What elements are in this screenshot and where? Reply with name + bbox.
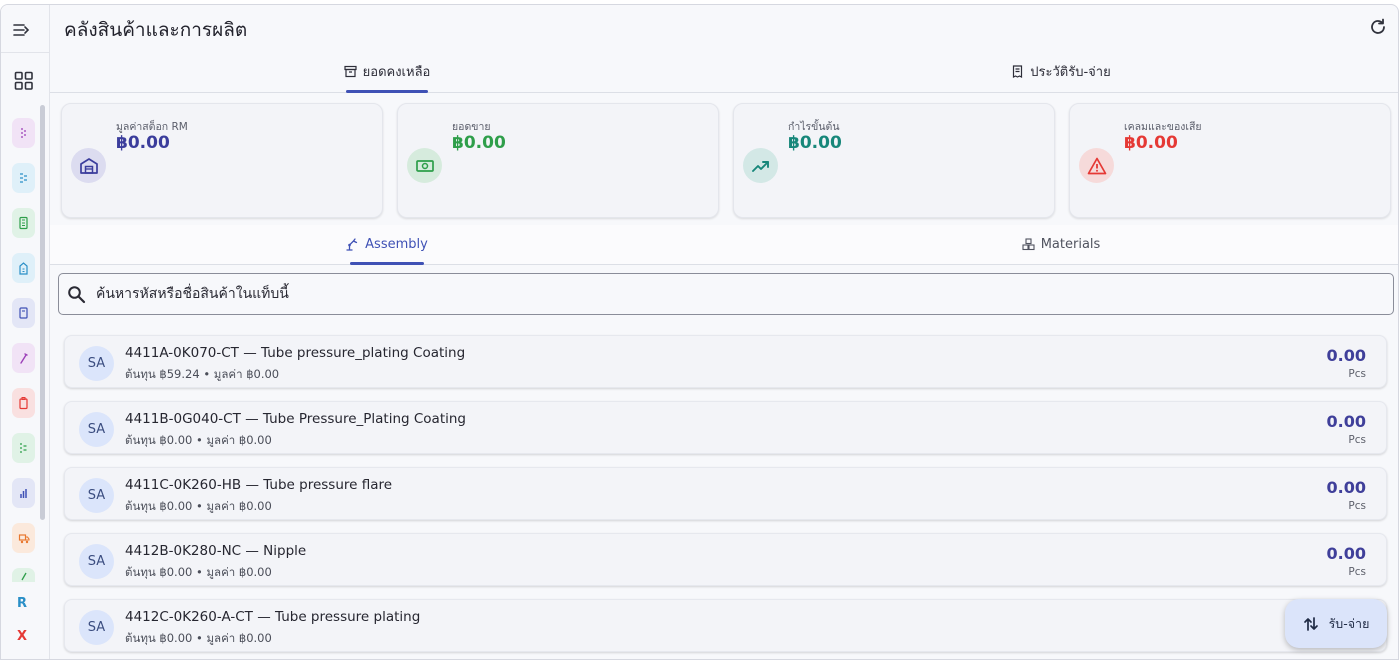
avatar: SA xyxy=(79,478,114,513)
list-item[interactable]: SA 4411B-0G040-CT — Tube Pressure_Plating… xyxy=(64,401,1387,454)
item-subtitle: ต้นทุน ฿59.24 • มูลค่า ฿0.00 xyxy=(125,367,280,381)
warning-icon xyxy=(1079,148,1114,183)
list-item[interactable]: SA 4411C-0K260-HB — Tube pressure flare ต้… xyxy=(64,467,1387,520)
sidebar-divider xyxy=(1,52,50,53)
avatar: SA xyxy=(79,412,114,447)
item-title: 4412C-0K260-A-CT — Tube pressure plating xyxy=(125,609,421,625)
bar-chart-icon[interactable] xyxy=(12,478,35,508)
truck-icon[interactable] xyxy=(12,523,35,553)
menu-toggle-icon[interactable] xyxy=(11,19,33,41)
item-title: 4411C-0K260-HB — Tube pressure flare xyxy=(125,477,393,493)
item-subtitle: ต้นทุน ฿0.00 • มูลค่า ฿0.00 xyxy=(125,565,272,579)
item-quantity: 0.00 xyxy=(1326,346,1366,365)
page-header: คลังสินค้าและการผลิต xyxy=(50,5,1398,51)
search-box xyxy=(58,273,1394,315)
tab-label: ยอดคงเหลือ xyxy=(362,65,431,80)
list-icon[interactable] xyxy=(12,163,35,193)
tab-label: Assembly xyxy=(365,237,428,252)
inventory-list: SA 4411A-0K070-CT — Tube pressure_plating… xyxy=(64,335,1387,659)
clipboard-icon[interactable] xyxy=(12,388,35,418)
tab-assembly[interactable]: Assembly xyxy=(50,225,724,265)
app-window: RX คลังสินค้าและการผลิต ยอดคงเหลือ ประวั… xyxy=(0,4,1399,660)
list-item[interactable]: SA 4412B-0K280-NC — Nipple ต้นทุน ฿0.00 • … xyxy=(64,533,1387,586)
category-tabs: Assembly Materials xyxy=(50,225,1398,265)
tab-history[interactable]: ประวัติรับ-จ่าย xyxy=(724,51,1398,92)
tool-icon[interactable] xyxy=(12,343,35,373)
stat-value: ฿0.00 xyxy=(116,133,170,153)
item-quantity: 0.00 xyxy=(1326,412,1366,431)
item-quantity: 0.00 xyxy=(1326,478,1366,497)
stat-value: ฿0.00 xyxy=(1124,133,1178,153)
tab-materials[interactable]: Materials xyxy=(724,225,1398,264)
page-title: คลังสินค้าและการผลิต xyxy=(64,19,248,41)
extra-icon[interactable] xyxy=(12,568,35,582)
search-input[interactable] xyxy=(96,282,1376,306)
stat-cards: มูลค่าสต็อก RM ฿0.00 ยอดขาย ฿0.00 กำไรขั… xyxy=(61,103,1391,218)
archive-icon xyxy=(344,65,357,78)
item-unit: Pcs xyxy=(1348,500,1366,512)
building-icon[interactable] xyxy=(12,253,35,283)
item-title: 4411A-0K070-CT — Tube pressure_plating C… xyxy=(125,345,466,361)
stat-card-gross-profit: กำไรขั้นต้น ฿0.00 xyxy=(733,103,1055,218)
menu-list-icon[interactable] xyxy=(12,118,35,148)
tab-label: Materials xyxy=(1040,237,1101,252)
trending-up-icon xyxy=(743,148,778,183)
list-item[interactable]: SA 4411A-0K070-CT — Tube pressure_plating… xyxy=(64,335,1387,388)
item-subtitle: ต้นทุน ฿0.00 • มูลค่า ฿0.00 xyxy=(125,499,272,513)
list-item[interactable]: SA 4412C-0K260-A-CT — Tube pressure plati… xyxy=(64,599,1387,652)
search-icon xyxy=(68,286,86,304)
avatar: SA xyxy=(79,346,114,381)
sidebar-shortcut-x[interactable]: X xyxy=(17,629,27,644)
sidebar-shortcut-r[interactable]: R xyxy=(17,596,27,611)
receive-issue-button[interactable]: รับ-จ่าย xyxy=(1285,599,1387,648)
assembly-icon xyxy=(346,238,358,251)
main-tabs: ยอดคงเหลือ ประวัติรับ-จ่าย xyxy=(50,51,1398,93)
stat-card-sales: ยอดขาย ฿0.00 xyxy=(397,103,719,218)
grid-icon[interactable] xyxy=(14,71,34,91)
materials-icon xyxy=(1022,238,1035,251)
item-subtitle: ต้นทุน ฿0.00 • มูลค่า ฿0.00 xyxy=(125,631,272,645)
warehouse-icon xyxy=(71,148,106,183)
receipt-icon xyxy=(1013,65,1023,78)
checklist-icon[interactable] xyxy=(12,433,35,463)
item-unit: Pcs xyxy=(1348,368,1366,380)
tab-balance[interactable]: ยอดคงเหลือ xyxy=(50,51,724,93)
item-title: 4412B-0K280-NC — Nipple xyxy=(125,543,307,559)
item-quantity: 0.00 xyxy=(1326,544,1366,563)
avatar: SA xyxy=(79,544,114,579)
stat-value: ฿0.00 xyxy=(788,133,842,153)
sidebar: RX xyxy=(1,5,50,659)
item-subtitle: ต้นทุน ฿0.00 • มูลค่า ฿0.00 xyxy=(125,433,272,447)
item-title: 4411B-0G040-CT — Tube Pressure_Plating C… xyxy=(125,411,467,427)
tab-label: ประวัติรับ-จ่าย xyxy=(1030,65,1111,80)
calculator-icon[interactable] xyxy=(12,208,35,238)
fab-label: รับ-จ่าย xyxy=(1328,615,1370,631)
cash-icon xyxy=(407,148,442,183)
refresh-icon[interactable] xyxy=(1368,17,1390,39)
item-unit: Pcs xyxy=(1348,434,1366,446)
sidebar-scrollbar[interactable] xyxy=(40,105,45,520)
stat-value: ฿0.00 xyxy=(452,133,506,153)
item-unit: Pcs xyxy=(1348,566,1366,578)
stat-card-claims: เคลมและของเสีย ฿0.00 xyxy=(1069,103,1391,218)
stat-card-stock-value: มูลค่าสต็อก RM ฿0.00 xyxy=(61,103,383,218)
swap-vertical-icon xyxy=(1303,616,1318,631)
avatar: SA xyxy=(79,610,114,645)
document-icon[interactable] xyxy=(12,298,35,328)
